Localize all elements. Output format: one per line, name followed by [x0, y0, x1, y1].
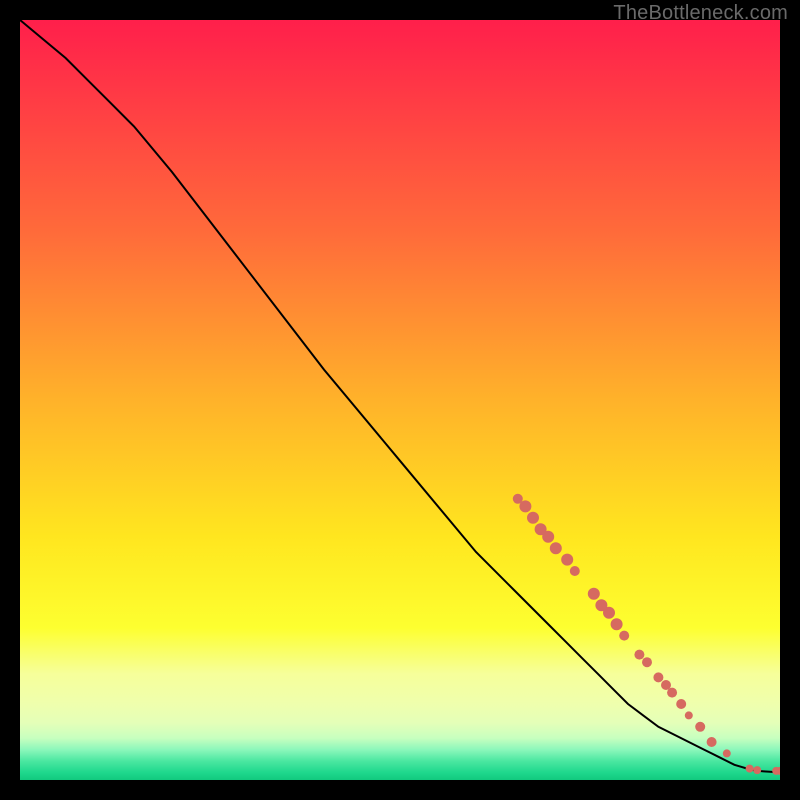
chart-marker	[550, 542, 562, 554]
chart-marker	[542, 531, 554, 543]
chart-marker	[695, 722, 705, 732]
chart-marker	[603, 607, 615, 619]
chart-marker	[611, 618, 623, 630]
chart-marker	[723, 749, 731, 757]
chart-marker	[634, 650, 644, 660]
chart-marker	[561, 554, 573, 566]
chart-marker	[746, 765, 754, 773]
chart-marker	[707, 737, 717, 747]
chart-background	[20, 20, 780, 780]
chart-marker	[676, 699, 686, 709]
watermark-label: TheBottleneck.com	[613, 2, 788, 25]
chart-marker	[619, 631, 629, 641]
chart-plot-area	[20, 20, 780, 780]
chart-marker	[753, 766, 761, 774]
chart-marker	[653, 672, 663, 682]
chart-marker	[570, 566, 580, 576]
chart-marker	[667, 688, 677, 698]
chart-marker	[519, 500, 531, 512]
chart-svg	[20, 20, 780, 780]
chart-marker	[527, 512, 539, 524]
chart-marker	[642, 657, 652, 667]
chart-marker	[685, 711, 693, 719]
chart-marker	[588, 588, 600, 600]
